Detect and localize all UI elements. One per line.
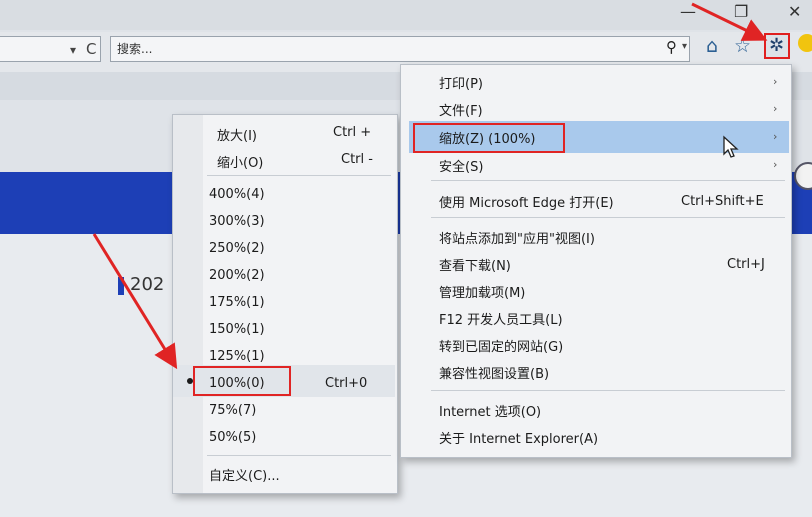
search-icon[interactable]: ⚲ bbox=[666, 38, 677, 56]
zoom-custom-item[interactable]: 自定义(C)... bbox=[209, 465, 280, 484]
page-heading-marker bbox=[118, 277, 124, 295]
menu-item-print[interactable]: 打印(P) bbox=[439, 73, 483, 92]
submenu-arrow-icon: › bbox=[773, 158, 778, 171]
zoom-75-item[interactable]: 75%(7) bbox=[209, 403, 256, 418]
search-input[interactable]: 搜索... ⚲ ▾ bbox=[110, 36, 690, 62]
zoom-200-item[interactable]: 200%(2) bbox=[209, 268, 265, 283]
submenu-arrow-icon: › bbox=[773, 130, 778, 143]
gear-icon: ✲ bbox=[769, 35, 785, 56]
zoom-check-column bbox=[173, 115, 203, 493]
menu-item-open-edge[interactable]: 使用 Microsoft Edge 打开(E) bbox=[439, 192, 614, 211]
restore-button[interactable]: ❐ bbox=[734, 2, 748, 21]
zoom-out-shortcut: Ctrl - bbox=[341, 152, 373, 167]
annotation-highlight-box bbox=[413, 123, 565, 153]
page-heading-text: 202 bbox=[130, 274, 165, 295]
zoom-150-item[interactable]: 150%(1) bbox=[209, 322, 265, 337]
menu-separator bbox=[431, 390, 785, 391]
menu-item-file[interactable]: 文件(F) bbox=[439, 100, 483, 119]
menu-separator bbox=[431, 180, 785, 181]
zoom-submenu: 放大(I) Ctrl + 缩小(O) Ctrl - 400%(4) 300%(3… bbox=[172, 114, 398, 494]
zoom-50-item[interactable]: 50%(5) bbox=[209, 430, 256, 445]
zoom-100-shortcut: Ctrl+0 bbox=[325, 376, 368, 391]
home-icon[interactable]: ⌂ bbox=[706, 35, 718, 57]
menu-item-compat-view[interactable]: 兼容性视图设置(B) bbox=[439, 363, 549, 382]
refresh-icon[interactable]: C bbox=[86, 40, 96, 58]
search-placeholder: 搜索... bbox=[117, 42, 153, 56]
submenu-arrow-icon: › bbox=[773, 75, 778, 88]
menu-item-internet-options[interactable]: Internet 选项(O) bbox=[439, 401, 541, 420]
menu-item-safety[interactable]: 安全(S) bbox=[439, 156, 483, 175]
zoom-175-item[interactable]: 175%(1) bbox=[209, 295, 265, 310]
address-dropdown-icon[interactable]: ▾ bbox=[70, 43, 76, 57]
menu-item-devtools[interactable]: F12 开发人员工具(L) bbox=[439, 309, 563, 328]
zoom-separator bbox=[207, 455, 391, 456]
favorites-star-icon[interactable]: ☆ bbox=[734, 35, 751, 57]
minimize-button[interactable]: — bbox=[680, 2, 696, 21]
zoom-300-item[interactable]: 300%(3) bbox=[209, 214, 265, 229]
address-field[interactable]: ▾ C bbox=[0, 36, 101, 62]
zoom-separator bbox=[207, 175, 391, 176]
menu-item-pinned-sites[interactable]: 转到已固定的网站(G) bbox=[439, 336, 563, 355]
menu-item-manage-addons[interactable]: 管理加载项(M) bbox=[439, 282, 525, 301]
annotation-highlight-box bbox=[193, 366, 291, 396]
zoom-in-item[interactable]: 放大(I) bbox=[217, 125, 257, 144]
zoom-125-item[interactable]: 125%(1) bbox=[209, 349, 265, 364]
menu-item-about-ie[interactable]: 关于 Internet Explorer(A) bbox=[439, 428, 598, 447]
zoom-400-item[interactable]: 400%(4) bbox=[209, 187, 265, 202]
view-downloads-shortcut: Ctrl+J bbox=[727, 257, 765, 272]
zoom-out-item[interactable]: 缩小(O) bbox=[217, 152, 263, 171]
menu-separator bbox=[431, 217, 785, 218]
mouse-pointer-icon bbox=[723, 135, 739, 158]
zoom-250-item[interactable]: 250%(2) bbox=[209, 241, 265, 256]
feedback-smiley-icon[interactable] bbox=[798, 34, 812, 52]
submenu-arrow-icon: › bbox=[773, 102, 778, 115]
close-button[interactable]: ✕ bbox=[788, 2, 801, 21]
zoom-in-shortcut: Ctrl + bbox=[333, 125, 372, 140]
tools-menu: 打印(P) › 文件(F) › 缩放(Z) (100%) › 安全(S) › 使… bbox=[400, 64, 792, 458]
open-edge-shortcut: Ctrl+Shift+E bbox=[681, 194, 764, 209]
tools-gear-button[interactable]: ✲ bbox=[764, 33, 790, 59]
menu-item-add-to-apps[interactable]: 将站点添加到"应用"视图(I) bbox=[439, 228, 595, 247]
menu-item-view-downloads[interactable]: 查看下载(N) bbox=[439, 255, 511, 274]
search-dropdown-icon[interactable]: ▾ bbox=[682, 41, 687, 52]
title-bar: — ❐ ✕ bbox=[0, 0, 812, 30]
